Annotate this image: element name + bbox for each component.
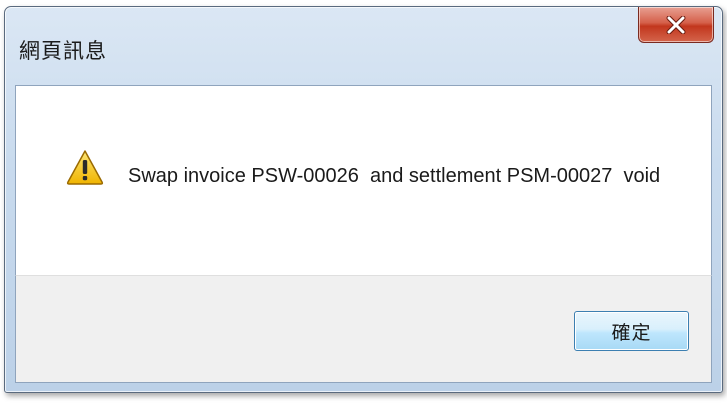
ok-button[interactable]: 確定: [574, 311, 689, 351]
dialog-message: Swap invoice PSW-00026 and settlement PS…: [128, 165, 661, 187]
title-bar[interactable]: 網頁訊息: [5, 7, 722, 83]
close-button[interactable]: [638, 7, 714, 43]
message-area: Swap invoice PSW-00026 and settlement PS…: [15, 85, 712, 275]
close-x-icon: [666, 15, 686, 34]
alert-dialog-window: 網頁訊息 Swap invoice PSW-00026 and settleme…: [4, 6, 723, 393]
button-bar: 確定: [15, 275, 712, 383]
window-title: 網頁訊息: [19, 39, 107, 63]
warning-icon: [66, 149, 104, 185]
